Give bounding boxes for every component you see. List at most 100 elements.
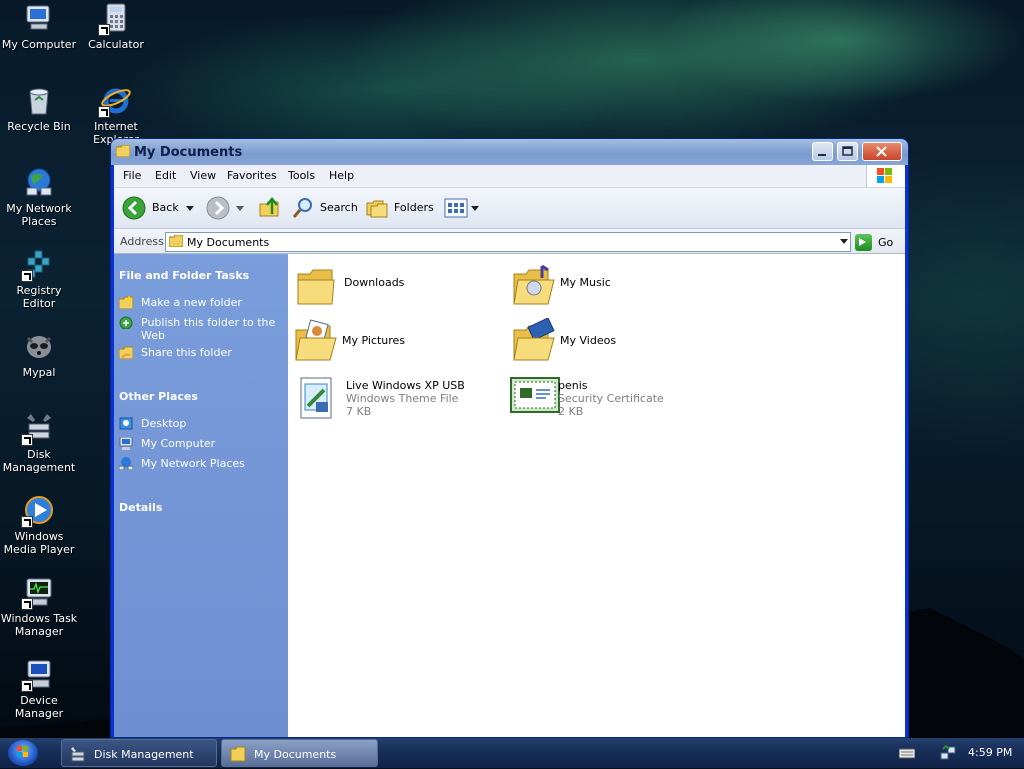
desktop-icon-my-network-places[interactable]: My Network Places <box>0 166 78 228</box>
publish-web-icon <box>119 316 133 330</box>
menu-view[interactable]: View <box>190 169 216 182</box>
desktop-icon-label: My Network Places <box>6 202 72 228</box>
certificate-icon <box>510 376 560 420</box>
forward-arrow-icon <box>206 196 230 220</box>
minimize-button[interactable] <box>812 142 833 161</box>
file-view: Downloads My Music My Pictures My Videos <box>288 254 905 737</box>
windows-logo-icon <box>17 746 28 757</box>
views-dropdown-icon[interactable] <box>471 206 479 211</box>
disk-management-icon <box>21 412 55 446</box>
file-folder-tasks-heading[interactable]: File and Folder Tasks <box>119 269 249 282</box>
desktop-icon-label: Mypal <box>22 366 56 379</box>
address-dropdown-icon[interactable] <box>840 239 848 244</box>
go-arrow-icon <box>855 234 872 251</box>
desktop-icon-mypal[interactable]: Mypal <box>0 330 78 379</box>
start-button[interactable] <box>8 740 38 766</box>
taskbar-button-label: Disk Management <box>94 748 194 761</box>
folder-icon <box>296 266 340 310</box>
desktop-icon <box>119 417 133 430</box>
go-button[interactable]: Go <box>854 233 902 251</box>
desktop-icon-label: Windows Task Manager <box>0 612 78 638</box>
forward-button[interactable] <box>206 196 252 220</box>
desktop-icon-label: Disk Management <box>2 448 76 474</box>
search-icon <box>292 198 312 218</box>
internet-explorer-icon <box>98 84 132 118</box>
desktop-icon-windows-media-player[interactable]: Windows Media Player <box>0 494 78 556</box>
desktop-icon-my-computer[interactable]: My Computer <box>0 2 78 51</box>
up-folder-button[interactable] <box>258 196 284 220</box>
desktop-icon-label: Recycle Bin <box>7 120 71 133</box>
file-type: Security Certificate <box>558 392 664 405</box>
back-dropdown-icon[interactable] <box>186 206 194 211</box>
desktop-icon-calculator[interactable]: Calculator <box>77 2 155 51</box>
menu-help[interactable]: Help <box>329 169 354 182</box>
raccoon-icon <box>23 330 55 362</box>
go-label: Go <box>878 236 894 249</box>
folder-icon <box>230 746 246 762</box>
file-size: 2 KB <box>558 405 584 418</box>
file-name: My Videos <box>560 334 617 347</box>
shortcut-arrow-icon <box>21 516 33 528</box>
menu-bar: File Edit View Favorites Tools Help <box>114 165 905 188</box>
window-title: My Documents <box>134 145 243 160</box>
address-label: Address <box>120 235 164 248</box>
file-item-penis[interactable]: penis Security Certificate 2 KB <box>510 376 720 424</box>
new-folder-icon <box>118 296 134 310</box>
file-item-downloads[interactable]: Downloads <box>296 266 506 314</box>
menu-file[interactable]: File <box>123 169 141 182</box>
explorer-window: My Documents File Edit View Favorites To… <box>111 139 908 737</box>
file-size: 7 KB <box>346 405 372 418</box>
desktop-icon-registry-editor[interactable]: Registry Editor <box>0 248 78 310</box>
menu-favorites[interactable]: Favorites <box>227 169 277 182</box>
close-button[interactable] <box>862 142 902 161</box>
taskbar-button-disk-management[interactable]: Disk Management <box>61 739 217 767</box>
folder-icon <box>168 234 184 248</box>
desktop-icon-recycle-bin[interactable]: Recycle Bin <box>0 84 78 133</box>
shortcut-arrow-icon <box>21 680 33 692</box>
keyboard-icon[interactable] <box>898 747 916 762</box>
up-folder-icon <box>259 197 279 217</box>
computer-icon <box>23 2 55 34</box>
details-heading[interactable]: Details <box>119 501 162 514</box>
shortcut-arrow-icon <box>98 106 110 118</box>
back-button[interactable]: Back <box>122 196 202 220</box>
desktop-icon-windows-task-manager[interactable]: Windows Task Manager <box>0 576 78 638</box>
folders-button[interactable]: Folders <box>365 196 434 220</box>
windows-logo-icon <box>866 165 905 187</box>
desktop-icon-label: Calculator <box>88 38 144 51</box>
taskbar-button-my-documents[interactable]: My Documents <box>221 739 378 767</box>
desktop-icon-disk-management[interactable]: Disk Management <box>0 412 78 474</box>
theme-file-icon <box>298 376 342 420</box>
network-places-icon <box>23 166 55 198</box>
maximize-button[interactable] <box>837 142 858 161</box>
standard-toolbar: Back Search Folders <box>114 188 905 229</box>
views-button[interactable] <box>444 196 480 220</box>
network-connection-icon[interactable] <box>940 744 956 764</box>
address-input[interactable]: My Documents <box>165 232 851 252</box>
menu-tools[interactable]: Tools <box>288 169 315 182</box>
back-label: Back <box>152 201 179 214</box>
shortcut-arrow-icon <box>21 598 33 610</box>
disk-management-icon <box>70 746 86 762</box>
pictures-folder-icon <box>294 318 338 362</box>
search-button[interactable]: Search <box>291 196 358 220</box>
file-item-my-videos[interactable]: My Videos <box>512 317 722 366</box>
menu-edit[interactable]: Edit <box>155 169 176 182</box>
shortcut-arrow-icon <box>21 434 33 446</box>
file-name: My Pictures <box>342 334 406 347</box>
address-value: My Documents <box>187 236 270 249</box>
window-titlebar[interactable]: My Documents <box>111 139 908 165</box>
videos-folder-icon <box>512 317 556 362</box>
file-item-live-windows-xp-usb[interactable]: Live Windows XP USB Windows Theme File 7… <box>298 376 508 424</box>
other-places-heading[interactable]: Other Places <box>119 390 198 403</box>
media-player-icon <box>21 494 55 528</box>
file-item-my-music[interactable]: My Music <box>512 262 722 310</box>
file-item-my-pictures[interactable]: My Pictures <box>294 318 504 366</box>
file-name: Downloads <box>344 276 405 289</box>
desktop-icon-internet-explorer[interactable]: Internet Explorer <box>77 84 155 146</box>
forward-dropdown-icon[interactable] <box>236 206 244 211</box>
file-name: My Music <box>560 276 611 289</box>
clock[interactable]: 4:59 PM <box>968 746 1012 759</box>
desktop-icon-label: Windows Media Player <box>3 530 75 556</box>
desktop-icon-device-manager[interactable]: Device Manager <box>0 658 78 720</box>
